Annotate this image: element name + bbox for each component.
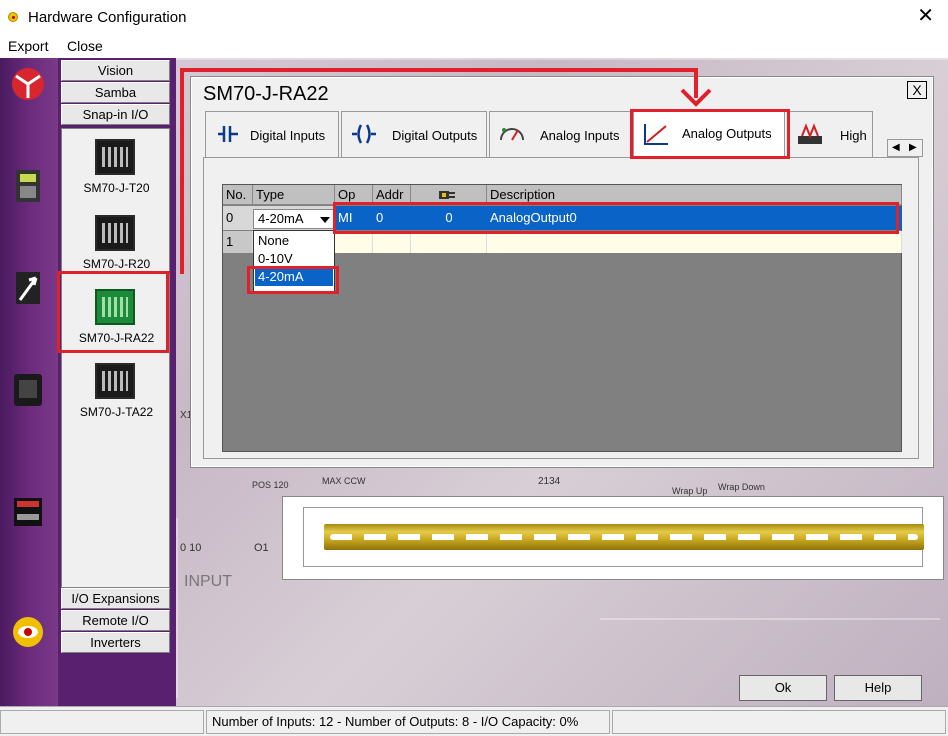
module-label: SM70-J-T20 bbox=[83, 181, 150, 195]
pointer-tool-icon[interactable] bbox=[10, 270, 46, 306]
din-rail-image bbox=[324, 524, 924, 550]
cell-no: 0 bbox=[226, 210, 234, 225]
highlight-row bbox=[333, 202, 899, 234]
tab-label: Digital Outputs bbox=[392, 128, 478, 143]
highlight-module bbox=[57, 271, 169, 353]
tab-scroll-control[interactable]: ◀ ▶ bbox=[887, 139, 923, 157]
menu-close[interactable]: Close bbox=[67, 38, 103, 54]
module-sm70-j-ta22[interactable]: SM70-J-TA22 bbox=[62, 355, 171, 425]
ok-button[interactable]: Ok bbox=[739, 675, 827, 701]
annotation-line bbox=[180, 68, 184, 274]
highlight-tab bbox=[630, 109, 790, 159]
tab-vision[interactable]: Vision bbox=[61, 60, 170, 81]
dialog-close-button[interactable]: X bbox=[907, 81, 927, 99]
tab-digital-inputs[interactable]: Digital Inputs bbox=[205, 111, 339, 157]
status-bar: Number of Inputs: 12 - Number of Outputs… bbox=[0, 706, 948, 736]
close-window-button[interactable]: ✕ bbox=[917, 6, 934, 26]
analog-input-gauge-icon bbox=[500, 128, 524, 141]
tab-label: Digital Inputs bbox=[250, 128, 326, 143]
scroll-left-icon[interactable]: ◀ bbox=[892, 142, 900, 153]
tab-high-speed[interactable]: High bbox=[787, 111, 873, 157]
bg-pos-label: POS 120 bbox=[252, 480, 289, 490]
app-icon bbox=[8, 12, 18, 22]
din-rail-panel bbox=[282, 496, 944, 580]
bg-o010-label: 0 10 bbox=[180, 542, 202, 554]
tab-samba[interactable]: Samba bbox=[61, 82, 170, 103]
tab-io-expansions[interactable]: I/O Expansions bbox=[61, 588, 170, 609]
digital-input-icon bbox=[218, 126, 238, 142]
type-select-value: 4-20mA bbox=[258, 211, 304, 226]
io-module-icon[interactable] bbox=[10, 372, 46, 408]
dialog-title: SM70-J-RA22 bbox=[203, 83, 329, 105]
window-title: Hardware Configuration bbox=[28, 9, 187, 26]
module-chip-icon bbox=[95, 139, 135, 175]
high-speed-icon bbox=[798, 123, 822, 144]
controller-icon[interactable] bbox=[10, 168, 46, 204]
module-chip-icon bbox=[95, 363, 135, 399]
menu-bar: Export Close bbox=[0, 34, 948, 58]
header-no: No. bbox=[223, 185, 253, 205]
logo-icon[interactable] bbox=[10, 66, 46, 102]
bg-wrap-down-label: Wrap Down bbox=[718, 482, 765, 492]
module-label: SM70-J-TA22 bbox=[79, 405, 154, 419]
type-option-none[interactable]: None bbox=[255, 232, 333, 250]
scroll-right-icon[interactable]: ▶ bbox=[909, 142, 917, 153]
module-panel: Vision Samba Snap-in I/O SM70-J-T20 SM70… bbox=[58, 58, 176, 706]
module-list: SM70-J-T20 SM70-J-R20 SM70-J-RA22 SM70-J… bbox=[61, 128, 170, 588]
module-sm70-j-t20[interactable]: SM70-J-T20 bbox=[62, 131, 171, 201]
cell-description[interactable] bbox=[487, 231, 902, 253]
title-bar: Hardware Configuration ✕ bbox=[0, 0, 948, 34]
header-type: Type bbox=[253, 185, 335, 205]
menu-export[interactable]: Export bbox=[8, 38, 48, 54]
tab-label: Analog Inputs bbox=[540, 128, 620, 143]
annotation-line bbox=[180, 68, 698, 72]
module-sm70-j-r20[interactable]: SM70-J-R20 bbox=[62, 207, 171, 277]
chevron-down-icon[interactable] bbox=[320, 217, 330, 223]
digital-output-icon bbox=[352, 124, 376, 144]
bg-o1-label: O1 bbox=[254, 542, 269, 554]
module-chip-icon bbox=[95, 215, 135, 251]
plug-icon bbox=[439, 191, 455, 199]
warning-eye-icon[interactable] bbox=[10, 614, 46, 650]
din-rail-frame bbox=[303, 507, 924, 567]
tab-label: High bbox=[840, 128, 867, 143]
bg-num-label: 2134 bbox=[538, 476, 561, 487]
type-select[interactable]: 4-20mA bbox=[253, 209, 335, 229]
tab-snap-in-io[interactable]: Snap-in I/O bbox=[61, 104, 170, 125]
status-text: Number of Inputs: 12 - Number of Outputs… bbox=[206, 710, 610, 734]
expansion-module-icon[interactable] bbox=[10, 494, 46, 530]
status-segment bbox=[612, 710, 946, 734]
cell-addr[interactable] bbox=[373, 231, 411, 253]
cell-op[interactable] bbox=[335, 231, 373, 253]
status-segment bbox=[0, 710, 204, 734]
highlight-option bbox=[247, 266, 339, 294]
bg-max-label: MAX CCW bbox=[322, 476, 366, 486]
help-button[interactable]: Help bbox=[834, 675, 922, 701]
tab-analog-inputs[interactable]: Analog Inputs bbox=[489, 111, 631, 157]
module-label: SM70-J-R20 bbox=[82, 257, 151, 271]
bg-wrap-up-label: Wrap Up bbox=[672, 486, 708, 496]
tab-digital-outputs[interactable]: Digital Outputs bbox=[341, 111, 487, 157]
tab-inverters[interactable]: Inverters bbox=[61, 632, 170, 653]
annotation-arrow-icon bbox=[680, 88, 712, 107]
cell-no: 1 bbox=[223, 231, 253, 253]
bg-input-label: INPUT bbox=[184, 573, 232, 590]
cell-value[interactable] bbox=[411, 231, 487, 253]
annotation-line bbox=[166, 271, 170, 274]
tab-remote-io[interactable]: Remote I/O bbox=[61, 610, 170, 631]
left-toolbar bbox=[0, 58, 58, 706]
